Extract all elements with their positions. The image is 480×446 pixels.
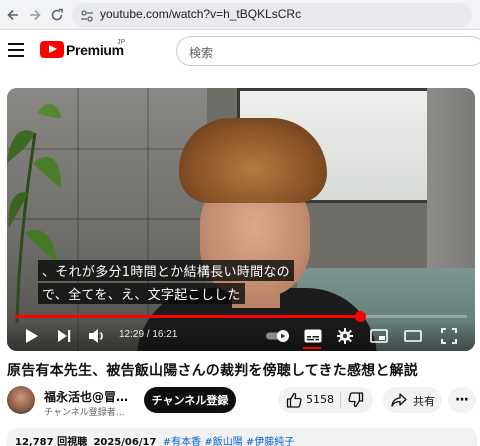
volume-icon[interactable] (87, 326, 107, 346)
share-button[interactable]: 共有 (383, 387, 442, 413)
play-icon[interactable] (23, 326, 41, 346)
subscriber-count: チャンネル登録者… (44, 408, 125, 418)
person-hair (179, 118, 327, 203)
autoplay-toggle-icon[interactable] (265, 326, 291, 346)
hashtag-link[interactable]: #有本香 (163, 437, 201, 446)
reload-icon[interactable] (48, 6, 66, 24)
more-actions-button[interactable]: ··· (448, 387, 476, 413)
share-label: 共有 (413, 395, 435, 408)
player-controls: 12:29 / 16:21 (7, 320, 475, 351)
progress-bar[interactable] (15, 311, 467, 322)
like-count[interactable]: 5158 (306, 393, 334, 406)
subscribe-button[interactable]: チャンネル登録 (144, 387, 236, 413)
settings-gear-icon[interactable] (335, 326, 355, 346)
hashtag-link[interactable]: #飯山陽 (204, 437, 242, 446)
youtube-premium-logo[interactable]: Premium (40, 41, 124, 58)
logo-region: JP (117, 39, 126, 46)
description-box[interactable]: 12,787 回視聴 2025/06/17 #有本香 #飯山陽 #伊藤純子 (7, 428, 477, 446)
caption-line: 、それが多分1時間とか結構長い時間なの (38, 260, 294, 281)
hashtag-link[interactable]: #伊藤純子 (246, 437, 294, 446)
url-text: youtube.com/watch?v=h_tBQKLsCRc (100, 7, 302, 21)
share-arrow-icon (391, 392, 407, 412)
dislike-thumbs-down-icon[interactable] (348, 392, 364, 412)
subtitles-icon[interactable] (303, 326, 323, 349)
caption-line: で、全てを、え、文字起こしした (38, 283, 245, 304)
like-dislike-group: 5158 (278, 387, 373, 413)
forward-arrow-icon[interactable] (26, 6, 44, 24)
subtitles-active-indicator (303, 347, 321, 349)
theater-mode-icon[interactable] (403, 326, 423, 346)
time-display: 12:29 / 16:21 (119, 329, 178, 340)
youtube-header: Premium JP 検索 (0, 30, 480, 72)
youtube-play-logo-icon (40, 41, 64, 58)
like-divider (340, 392, 341, 408)
fullscreen-icon[interactable] (439, 326, 459, 346)
back-arrow-icon[interactable] (4, 6, 22, 24)
like-thumbs-up-icon[interactable] (286, 392, 302, 412)
view-count: 12,787 回視聴 (15, 437, 88, 446)
video-player[interactable]: 、それが多分1時間とか結構長い時間なの で、全てを、え、文字起こしした 12:2… (7, 88, 475, 351)
more-horizontal-icon: ··· (455, 392, 469, 408)
next-icon[interactable] (55, 326, 73, 346)
browser-toolbar: youtube.com/watch?v=h_tBQKLsCRc (0, 0, 480, 30)
description-meta: 12,787 回視聴 2025/06/17 #有本香 #飯山陽 #伊藤純子 (15, 433, 294, 446)
site-info-icon[interactable] (80, 8, 94, 27)
logo-text: Premium (66, 41, 124, 58)
upload-date: 2025/06/17 (93, 437, 157, 446)
progress-bar-fill (15, 315, 360, 318)
search-placeholder: 検索 (189, 46, 214, 60)
video-title: 原告有本先生、被告飯山陽さんの裁判を傍聴してきた感想と解説 (7, 363, 418, 379)
menu-icon[interactable] (8, 43, 24, 57)
address-bar[interactable]: youtube.com/watch?v=h_tBQKLsCRc (72, 3, 472, 27)
channel-avatar[interactable] (7, 386, 35, 414)
channel-name[interactable]: 福永活也@冒… (44, 388, 128, 405)
search-input[interactable]: 検索 (176, 36, 480, 66)
miniplayer-icon[interactable] (369, 326, 389, 346)
